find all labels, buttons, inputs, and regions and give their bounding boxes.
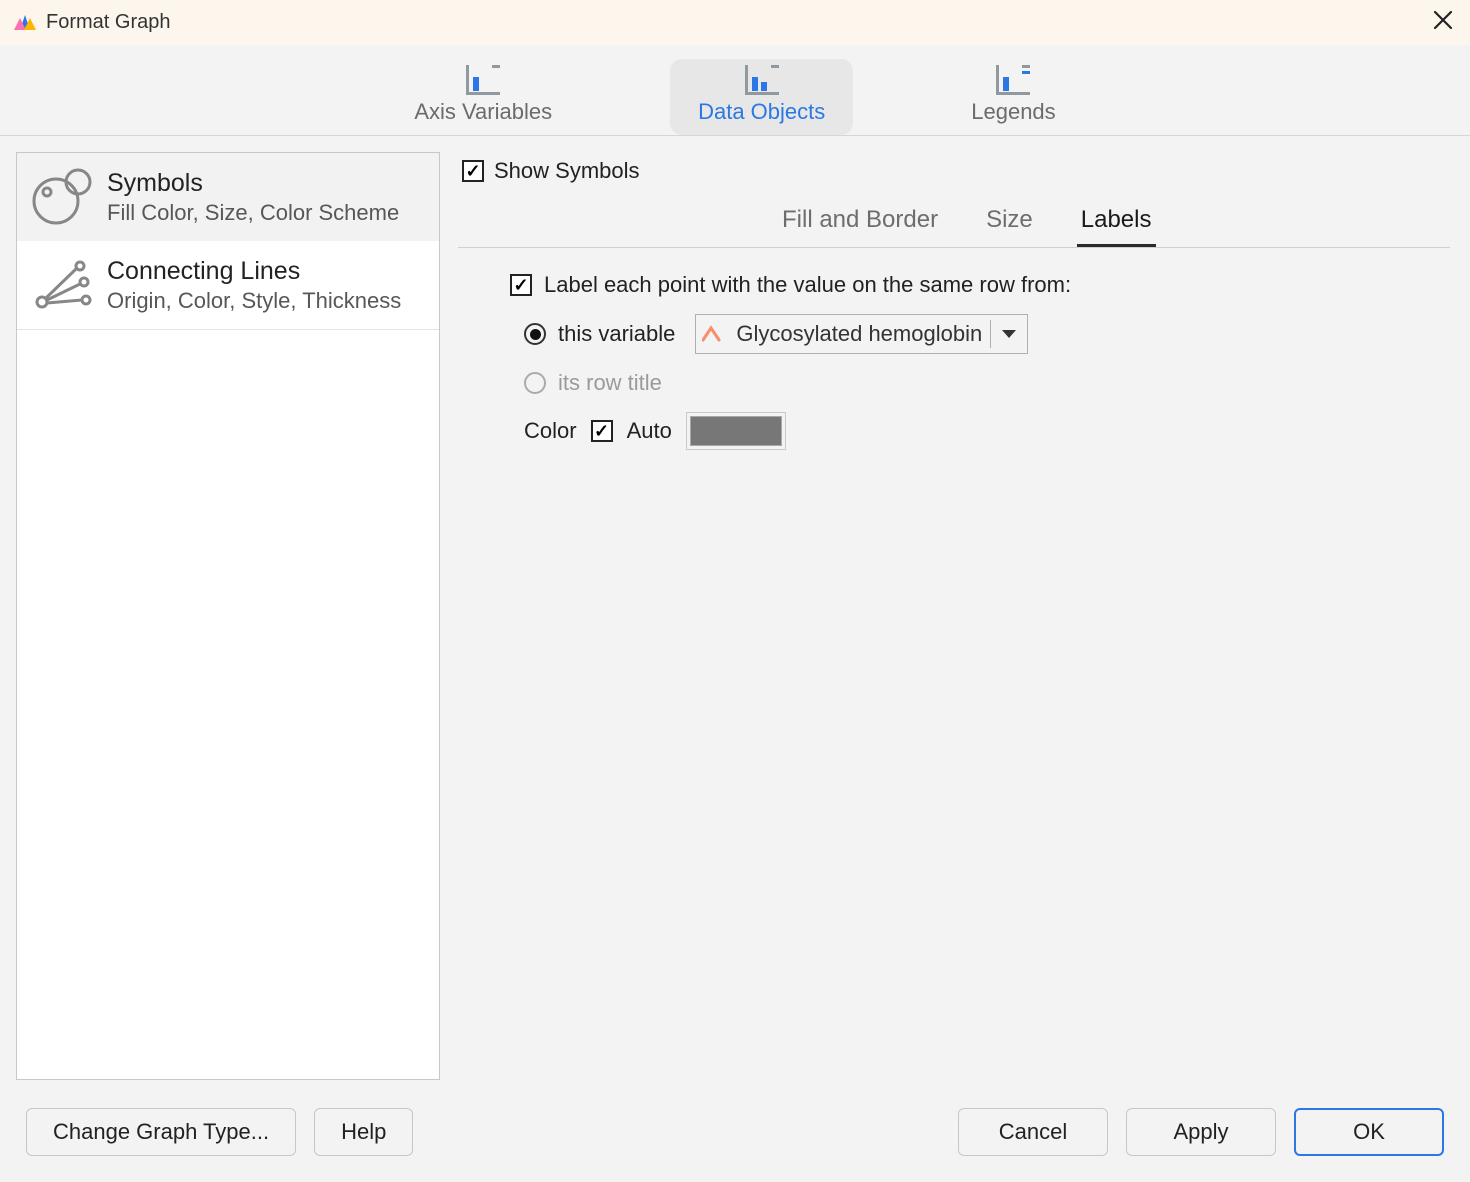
titlebar: Format Graph [0,0,1470,44]
sidebar-item-connecting-lines[interactable]: Connecting Lines Origin, Color, Style, T… [17,241,439,330]
app-logo-icon [14,12,36,32]
change-graph-type-button[interactable]: Change Graph Type... [26,1108,296,1156]
content-panel: Show Symbols Fill and Border Size Labels… [454,152,1454,1080]
window-title: Format Graph [46,11,170,34]
show-symbols-label: Show Symbols [494,158,640,184]
color-swatch-button[interactable] [686,412,786,450]
variable-series-icon [696,325,734,343]
row-title-label: its row title [558,370,662,396]
auto-color-checkbox[interactable] [591,420,613,442]
subtab-fill-border[interactable]: Fill and Border [778,198,942,247]
cancel-button[interactable]: Cancel [958,1108,1108,1156]
axis-variables-icon [466,65,500,95]
dropdown-arrow-icon [991,315,1027,353]
top-tabs: Axis Variables Data Objects Legends [0,44,1470,136]
label-each-text: Label each point with the value on the s… [544,272,1071,298]
sidebar-item-title: Connecting Lines [107,257,401,286]
this-variable-radio[interactable] [524,323,546,345]
sidebar-item-subtitle: Fill Color, Size, Color Scheme [107,200,399,226]
ok-button[interactable]: OK [1294,1108,1444,1156]
variable-dropdown[interactable]: Glycosylated hemoglobin [695,314,1028,354]
subtabs: Fill and Border Size Labels [458,194,1450,248]
apply-button[interactable]: Apply [1126,1108,1276,1156]
sidebar-item-symbols[interactable]: Symbols Fill Color, Size, Color Scheme [16,152,440,242]
row-title-radio [524,372,546,394]
variable-dropdown-value: Glycosylated hemoglobin [734,321,990,347]
sidebar-item-subtitle: Origin, Color, Style, Thickness [107,288,401,314]
subtab-labels[interactable]: Labels [1077,198,1156,247]
tab-label: Axis Variables [414,99,552,125]
show-symbols-checkbox[interactable] [462,160,484,182]
close-button[interactable] [1432,9,1454,35]
subtab-size[interactable]: Size [982,198,1037,247]
legends-icon [996,65,1030,95]
symbols-icon [31,167,93,227]
footer: Change Graph Type... Help Cancel Apply O… [0,1092,1470,1182]
color-swatch [690,416,782,446]
label-each-checkbox[interactable] [510,274,532,296]
help-button[interactable]: Help [314,1108,413,1156]
sidebar-item-title: Symbols [107,169,399,198]
this-variable-label: this variable [558,321,675,347]
tab-legends[interactable]: Legends [943,59,1083,135]
tab-data-objects[interactable]: Data Objects [670,59,853,135]
tab-label: Legends [971,99,1055,125]
tab-axis-variables[interactable]: Axis Variables [386,59,580,135]
auto-label: Auto [627,418,672,444]
color-label: Color [524,418,577,444]
connecting-lines-icon [31,255,93,315]
sidebar: Symbols Fill Color, Size, Color Scheme C… [16,152,440,1080]
tab-label: Data Objects [698,99,825,125]
data-objects-icon [745,65,779,95]
